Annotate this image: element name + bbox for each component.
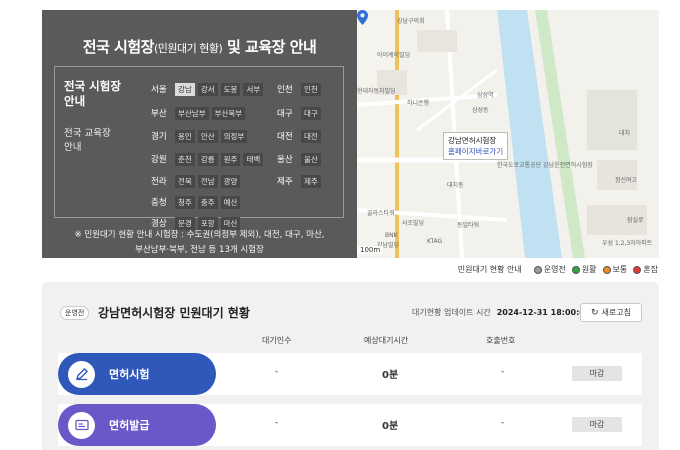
map-view[interactable]: 강남구의회 삼성동 대치 한국도로교통공단 강남운전면허시험장 하니은행 삼성역…	[357, 10, 659, 258]
education-center-guide-tab[interactable]: 전국 교육장 안내	[64, 127, 111, 155]
region-daegu: 대구 대구	[277, 106, 324, 120]
license-test-pill: 면허시험	[58, 353, 216, 395]
region-tag-yongin[interactable]: 용인	[175, 129, 195, 143]
legend-normal: 보통	[602, 264, 627, 275]
region-tag-jeonbuk[interactable]: 전북	[175, 174, 195, 188]
id-card-icon	[68, 411, 95, 439]
green-dot-icon	[571, 265, 580, 274]
region-tag-chuncheon[interactable]: 춘천	[175, 152, 195, 166]
region-incheon: 인천 인천	[277, 82, 324, 96]
region-tag-cheongju[interactable]: 청주	[175, 195, 195, 209]
col-header-waiting: 대기인수	[262, 336, 292, 345]
region-tag-busan-nambu[interactable]: 부산남부	[175, 106, 209, 120]
legend-smooth: 원활	[571, 264, 597, 275]
region-ulsan: 울산 울산	[277, 152, 324, 166]
location-marker-icon[interactable]	[357, 10, 368, 25]
region-busan: 부산 부산남부 부산북부	[151, 106, 248, 120]
region-tag-taebaek[interactable]: 태백	[243, 152, 264, 166]
update-time: 대기현황 업데이트 시간 2024-12-31 18:00:00	[412, 308, 591, 317]
region-jeolla: 전라 전북 전남 광양	[151, 174, 243, 188]
legend-before-open: 운영전	[533, 264, 566, 275]
region-tag-gangseo[interactable]: 강서	[197, 82, 218, 96]
col-header-expected: 예상대기시간	[364, 336, 409, 345]
region-tag-daegu[interactable]: 대구	[301, 106, 321, 120]
closed-badge: 마감	[572, 366, 622, 381]
region-tag-jeju[interactable]: 제주	[301, 174, 321, 188]
region-tag-yesan[interactable]: 예산	[220, 195, 241, 209]
region-tag-gangnam[interactable]: 강남	[175, 82, 195, 96]
panel-note: ※ 민원대기 현황 안내 시험장 : 수도권(의정부 제외), 대전, 대구, …	[74, 230, 325, 255]
refresh-icon: ↻	[591, 307, 599, 318]
panel-title: 전국 시험장(민원대기 현황) 및 교육장 안내	[82, 38, 317, 56]
orange-dot-icon	[602, 265, 611, 274]
region-jeju: 제주 제주	[277, 174, 324, 188]
region-tag-wonju[interactable]: 원주	[220, 152, 241, 166]
test-center-guide-tab[interactable]: 전국 시험장 안내	[64, 79, 121, 109]
region-chungcheong: 충청 청주 충주 예산	[151, 195, 243, 209]
region-tag-ulsan[interactable]: 울산	[301, 152, 321, 166]
region-tag-ansan[interactable]: 안산	[197, 129, 218, 143]
red-dot-icon	[633, 265, 642, 274]
homepage-link[interactable]: 홈페이지바로가기	[448, 146, 503, 157]
region-box: 전국 시험장 안내 전국 교육장 안내 서울 강남 강서 도봉 서부 인천 인천	[54, 66, 344, 230]
region-daejeon: 대전 대전	[277, 129, 324, 143]
region-tag-gwangyang[interactable]: 광양	[220, 174, 241, 188]
region-gangwon: 강원 춘천 강릉 원주 태백	[151, 152, 266, 166]
map-scale: 100m	[357, 246, 384, 254]
status-legend: 민원대기 현황 안내 운영전 원활 보통 혼잡	[457, 264, 658, 275]
region-tag-busan-bukbu[interactable]: 부산북부	[211, 106, 246, 120]
map-popup: 강남면허시험장 홈페이지바로가기	[443, 132, 509, 160]
region-tag-jeonnam[interactable]: 전남	[197, 174, 218, 188]
wait-status-section: 운영전 강남면허시험장 민원대기 현황 대기현황 업데이트 시간 2024-12-…	[42, 282, 659, 450]
region-tag-dobong[interactable]: 도봉	[220, 82, 241, 96]
region-tag-chungju[interactable]: 충주	[197, 195, 218, 209]
region-tag-incheon[interactable]: 인천	[301, 82, 321, 96]
refresh-button[interactable]: ↻ 새로고침	[580, 303, 642, 322]
region-tag-daejeon[interactable]: 대전	[301, 129, 321, 143]
category-column: 전국 시험장 안내 전국 교육장 안내	[55, 67, 141, 217]
gray-dot-icon	[533, 265, 542, 274]
region-gyeonggi: 경기 용인 안산 의정부	[151, 129, 250, 143]
col-header-call: 호출번호	[486, 336, 516, 345]
pencil-icon	[68, 360, 95, 388]
region-tag-uijeongbu[interactable]: 의정부	[220, 129, 248, 143]
status-title: 강남면허시험장 민원대기 현황	[98, 306, 250, 320]
legend-crowded: 혼잡	[633, 264, 658, 275]
region-tag-gangneung[interactable]: 강릉	[197, 152, 218, 166]
region-tag-seobu[interactable]: 서부	[243, 82, 264, 96]
closed-badge: 마감	[572, 417, 622, 432]
license-issue-pill: 면허발급	[58, 404, 216, 446]
region-seoul: 서울 강남 강서 도봉 서부	[151, 82, 266, 96]
status-badge: 운영전	[60, 306, 90, 320]
table-row: 면허시험 - 0분 - 마감	[58, 353, 642, 395]
test-center-panel: 전국 시험장(민원대기 현황) 및 교육장 안내 전국 시험장 안내 전국 교육…	[42, 10, 357, 258]
table-row: 면허발급 - 0분 - 마감	[58, 404, 642, 446]
